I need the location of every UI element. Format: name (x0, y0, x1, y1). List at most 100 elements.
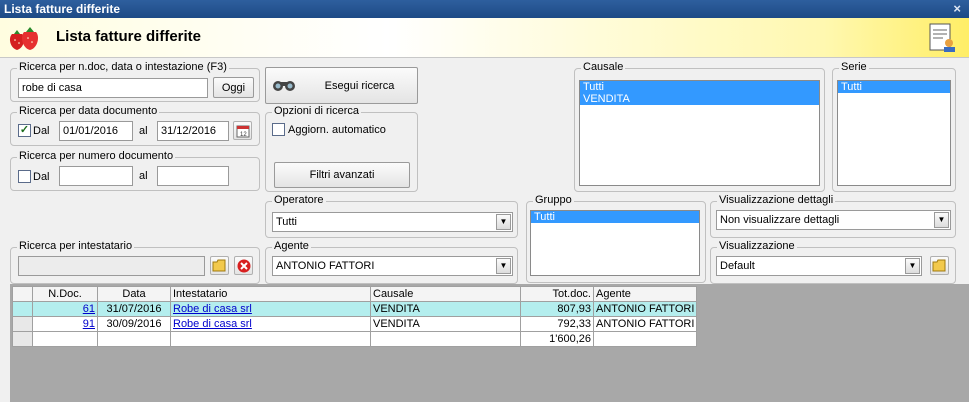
chevron-down-icon: ▼ (496, 258, 511, 274)
gruppo-item[interactable]: Tutti (531, 211, 699, 223)
intestatario-browse-button[interactable] (210, 256, 229, 275)
calendar-icon: 12 (236, 125, 249, 138)
cell-data: 30/09/2016 (97, 316, 171, 332)
search-text-input[interactable]: robe di casa (18, 78, 208, 98)
cell-causale: VENDITA (370, 301, 521, 317)
search-number-legend: Ricerca per numero documento (17, 150, 176, 162)
results-table: N.Doc. Data Intestatario Causale Tot.doc… (12, 286, 698, 347)
cell-tot: 807,93 (520, 301, 594, 317)
search-number-from-label: Dal (33, 171, 50, 183)
intestatario-clear-button[interactable] (234, 256, 253, 275)
causale-item[interactable]: Tutti (580, 81, 819, 93)
search-number-to-label: al (139, 170, 148, 182)
serie-legend: Serie (839, 61, 869, 73)
operatore-value: Tutti (276, 216, 297, 228)
cell-tot: 792,33 (520, 316, 594, 332)
empty-cell (170, 331, 371, 347)
cell-ndoc[interactable]: 91 (32, 316, 98, 332)
window-titlebar: Lista fatture differite × (0, 0, 969, 18)
search-date-checkbox[interactable]: ✓ (18, 124, 31, 137)
row-selector-header (12, 286, 33, 302)
page-title: Lista fatture differite (56, 28, 202, 45)
causale-item[interactable]: VENDITA (580, 93, 819, 105)
chevron-down-icon: ▼ (934, 212, 949, 228)
auto-update-label: Aggiorn. automatico (288, 124, 386, 136)
empty-cell (32, 331, 98, 347)
column-header[interactable]: N.Doc. (32, 286, 98, 302)
causale-listbox[interactable]: Tutti VENDITA (579, 80, 820, 186)
number-to-input[interactable] (157, 166, 229, 186)
execute-search-label: Esegui ricerca (324, 79, 395, 92)
cell-agente: ANTONIO FATTORI (592, 316, 698, 332)
search-date-legend: Ricerca per data documento (17, 105, 160, 117)
ndoc-link[interactable]: 61 (83, 303, 95, 315)
cell-ndoc[interactable]: 61 (32, 301, 98, 317)
today-button[interactable]: Oggi (213, 77, 254, 98)
row-selector (12, 331, 33, 347)
operatore-legend: Operatore (272, 194, 326, 206)
chevron-down-icon: ▼ (496, 214, 511, 230)
table-total-row: 1'600,26 (12, 331, 698, 347)
row-selector[interactable] (12, 301, 33, 317)
details-view-value: Non visualizzare dettagli (720, 214, 840, 226)
ndoc-link[interactable]: 91 (83, 318, 95, 330)
intestatario-link[interactable]: Robe di casa srl (173, 318, 252, 330)
strawberry-logo-icon (9, 27, 38, 50)
date-from-input[interactable]: 01/01/2016 (59, 121, 133, 141)
agente-legend: Agente (272, 240, 311, 252)
view-folder-button[interactable] (930, 256, 949, 275)
column-header[interactable]: Intestatario (170, 286, 371, 302)
document-users-icon[interactable] (928, 22, 958, 54)
view-select[interactable]: Default ▼ (716, 256, 922, 276)
search-number-checkbox[interactable] (18, 170, 31, 183)
execute-search-button[interactable]: Esegui ricerca (265, 67, 418, 104)
cell-intestatario[interactable]: Robe di casa srl (170, 316, 371, 332)
column-header[interactable]: Data (97, 286, 171, 302)
agente-value: ANTONIO FATTORI (276, 260, 375, 272)
empty-cell (97, 331, 171, 347)
calendar-button[interactable]: 12 (233, 121, 252, 140)
table-header-row: N.Doc. Data Intestatario Causale Tot.doc… (12, 286, 698, 302)
page-header: Lista fatture differite (0, 18, 969, 58)
close-icon[interactable]: × (953, 0, 961, 18)
column-header[interactable]: Causale (370, 286, 521, 302)
column-header[interactable]: Agente (592, 286, 698, 302)
agente-select[interactable]: ANTONIO FATTORI ▼ (272, 256, 513, 276)
number-from-input[interactable] (59, 166, 133, 186)
search-text-legend: Ricerca per n.doc, data o intestazione (… (17, 61, 229, 73)
serie-listbox[interactable]: Tutti (837, 80, 951, 186)
svg-text:12: 12 (240, 132, 247, 138)
delete-icon (237, 259, 250, 272)
row-selector[interactable] (12, 316, 33, 332)
search-date-to-label: al (139, 125, 148, 137)
empty-cell (370, 331, 521, 347)
window-title: Lista fatture differite (4, 2, 121, 16)
details-view-legend: Visualizzazione dettagli (717, 194, 836, 206)
cell-data: 31/07/2016 (97, 301, 171, 317)
gruppo-legend: Gruppo (533, 194, 574, 206)
auto-update-checkbox[interactable] (272, 123, 285, 136)
intestatario-input[interactable] (18, 256, 205, 276)
table-row[interactable]: 91 30/09/2016 Robe di casa srl VENDITA 7… (12, 316, 698, 332)
causale-legend: Causale (581, 61, 626, 73)
cell-agente: ANTONIO FATTORI (592, 301, 698, 317)
total-amount: 1'600,26 (520, 331, 594, 347)
date-to-input[interactable]: 31/12/2016 (157, 121, 229, 141)
view-value: Default (720, 260, 755, 272)
operatore-select[interactable]: Tutti ▼ (272, 212, 513, 232)
folder-icon (212, 259, 226, 272)
intestatario-legend: Ricerca per intestatario (17, 240, 135, 252)
table-row[interactable]: 61 31/07/2016 Robe di casa srl VENDITA 8… (12, 301, 698, 317)
empty-cell (592, 331, 698, 347)
cell-intestatario[interactable]: Robe di casa srl (170, 301, 371, 317)
details-view-select[interactable]: Non visualizzare dettagli ▼ (716, 210, 951, 230)
column-header[interactable]: Tot.doc. (520, 286, 594, 302)
serie-item[interactable]: Tutti (838, 81, 950, 93)
cell-causale: VENDITA (370, 316, 521, 332)
intestatario-link[interactable]: Robe di casa srl (173, 303, 252, 315)
binoculars-icon (273, 81, 295, 91)
search-options-legend: Opzioni di ricerca (272, 105, 361, 117)
advanced-filters-button[interactable]: Filtri avanzati (274, 162, 410, 188)
gruppo-listbox[interactable]: Tutti (530, 210, 700, 276)
folder-icon (932, 259, 946, 272)
